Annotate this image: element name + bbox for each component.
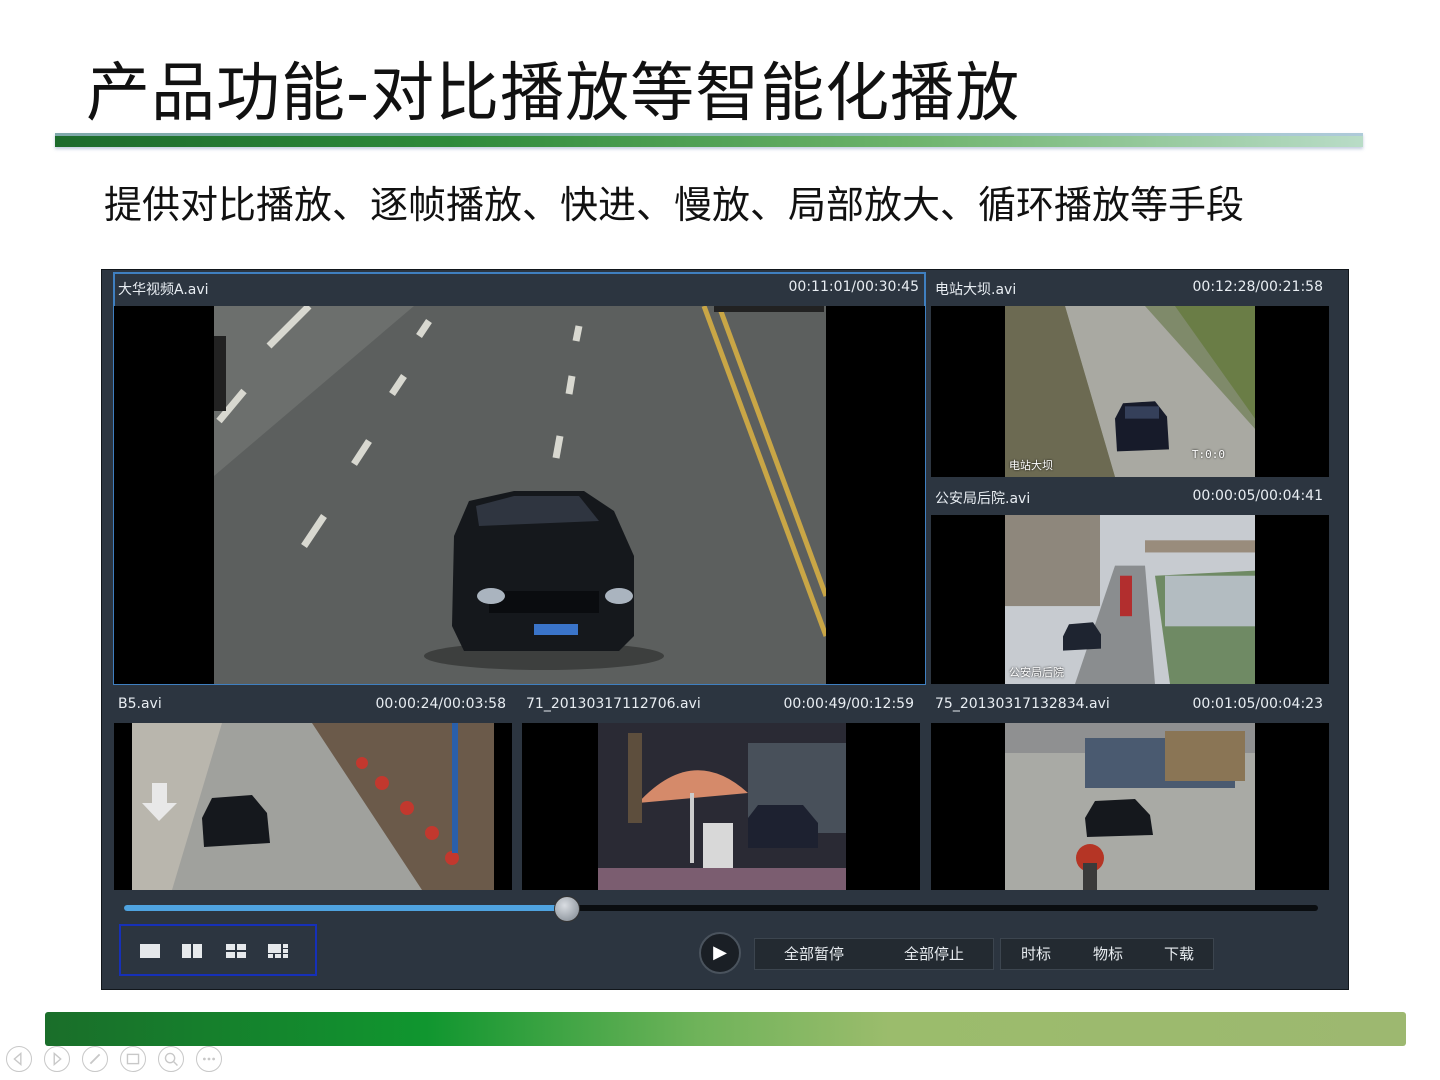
panel-filename: 71_20130317112706.avi — [526, 696, 701, 712]
video-player-window: 大华视频A.avi 00:11:01/00:30:45 电站大坝.avi 00:… — [101, 269, 1349, 990]
layout-2-icon — [182, 944, 202, 958]
play-button[interactable]: ▶ — [699, 932, 741, 974]
panel-filename: 大华视频A.avi — [118, 282, 209, 298]
layout-4-icon — [226, 944, 246, 958]
pause-all-button[interactable]: 全部暂停 — [755, 939, 873, 969]
previous-slide-icon[interactable] — [6, 1046, 32, 1072]
panel-filename: 75_20130317132834.avi — [935, 696, 1110, 712]
progress-fill — [124, 905, 566, 911]
slide-title: 产品功能-对比播放等智能化播放 — [86, 57, 1021, 131]
more-options-icon[interactable] — [196, 1046, 222, 1072]
truck-road-scene-image — [1005, 723, 1255, 890]
video-panel-main[interactable]: 大华视频A.avi 00:11:01/00:30:45 — [113, 272, 926, 685]
panel-timecode: 00:11:01/00:30:45 — [788, 279, 919, 295]
layout-selector — [119, 924, 317, 976]
download-button[interactable]: 下载 — [1145, 939, 1213, 969]
video-frame — [114, 306, 925, 684]
layout-6-icon — [268, 944, 288, 958]
layout-6-button[interactable] — [267, 942, 289, 960]
video-frame: 公安局后院 — [931, 515, 1329, 684]
object-mark-button[interactable]: 物标 — [1073, 939, 1143, 969]
footer-gradient-bar — [45, 1012, 1406, 1046]
video-frame — [522, 723, 920, 890]
panel-header: B5.avi 00:00:24/00:03:58 — [114, 690, 512, 720]
panel-header: 大华视频A.avi 00:11:01/00:30:45 — [114, 273, 925, 303]
time-mark-button[interactable]: 时标 — [1001, 939, 1071, 969]
layout-1-button[interactable] — [139, 942, 161, 960]
play-icon: ▶ — [713, 942, 727, 963]
playback-progress-bar[interactable] — [124, 896, 1318, 922]
video-panel-75[interactable]: 75_20130317132834.avi 00:01:05/00:04:23 — [931, 690, 1329, 890]
video-panel-71[interactable]: 71_20130317112706.avi 00:00:49/00:12:59 — [522, 690, 920, 890]
panel-timecode: 00:12:28/00:21:58 — [1192, 279, 1323, 295]
panel-filename: 公安局后院.avi — [935, 491, 1031, 507]
panel-timecode: 00:01:05/00:04:23 — [1192, 696, 1323, 712]
panel-timecode: 00:00:49/00:12:59 — [783, 696, 914, 712]
video-frame: 电站大坝 T:0:0 — [931, 306, 1329, 477]
video-osd-time: T:0:0 — [1191, 448, 1225, 461]
panel-filename: 电站大坝.avi — [935, 282, 1017, 298]
slide-subtitle: 提供对比播放、逐帧播放、快进、慢放、局部放大、循环播放等手段 — [104, 183, 1245, 227]
layout-1-icon — [140, 944, 160, 958]
road-scene-image — [214, 306, 826, 684]
video-panel-b5[interactable]: B5.avi 00:00:24/00:03:58 — [114, 690, 512, 890]
marker-control-group: 时标 物标 下载 — [1000, 938, 1214, 970]
video-panel-dam[interactable]: 电站大坝.avi 00:12:28/00:21:58 电站大坝 T:0:0 — [931, 273, 1329, 477]
riverside-road-scene-image: 公安局后院 — [1005, 515, 1255, 684]
next-slide-icon[interactable] — [44, 1046, 70, 1072]
layout-4-button[interactable] — [225, 942, 247, 960]
panel-timecode: 00:00:05/00:04:41 — [1192, 488, 1323, 504]
slides-overview-icon[interactable] — [120, 1046, 146, 1072]
pen-icon[interactable] — [82, 1046, 108, 1072]
night-umbrella-scene-image — [598, 723, 846, 890]
panel-header: 75_20130317132834.avi 00:01:05/00:04:23 — [931, 690, 1329, 720]
progress-slider-handle[interactable] — [553, 896, 580, 922]
video-panel-backyard[interactable]: 公安局后院.avi 00:00:05/00:04:41 公安局后院 — [931, 482, 1329, 684]
video-osd-label: 电站大坝 — [1009, 459, 1053, 472]
video-frame — [114, 723, 512, 890]
panel-filename: B5.avi — [118, 696, 162, 712]
panel-header: 71_20130317112706.avi 00:00:49/00:12:59 — [522, 690, 920, 720]
panel-header: 电站大坝.avi 00:12:28/00:21:58 — [931, 273, 1329, 303]
video-frame — [931, 723, 1329, 890]
stop-all-button[interactable]: 全部停止 — [875, 939, 993, 969]
title-divider — [55, 133, 1363, 147]
layout-2-button[interactable] — [181, 942, 203, 960]
playback-control-group: 全部暂停 全部停止 — [754, 938, 994, 970]
video-osd-label: 公安局后院 — [1009, 666, 1064, 679]
street-motorbikes-scene-image — [132, 723, 494, 890]
panel-timecode: 00:00:24/00:03:58 — [375, 696, 506, 712]
panel-header: 公安局后院.avi 00:00:05/00:04:41 — [931, 482, 1329, 512]
zoom-icon[interactable] — [158, 1046, 184, 1072]
dam-road-scene-image: 电站大坝 T:0:0 — [1005, 306, 1255, 477]
